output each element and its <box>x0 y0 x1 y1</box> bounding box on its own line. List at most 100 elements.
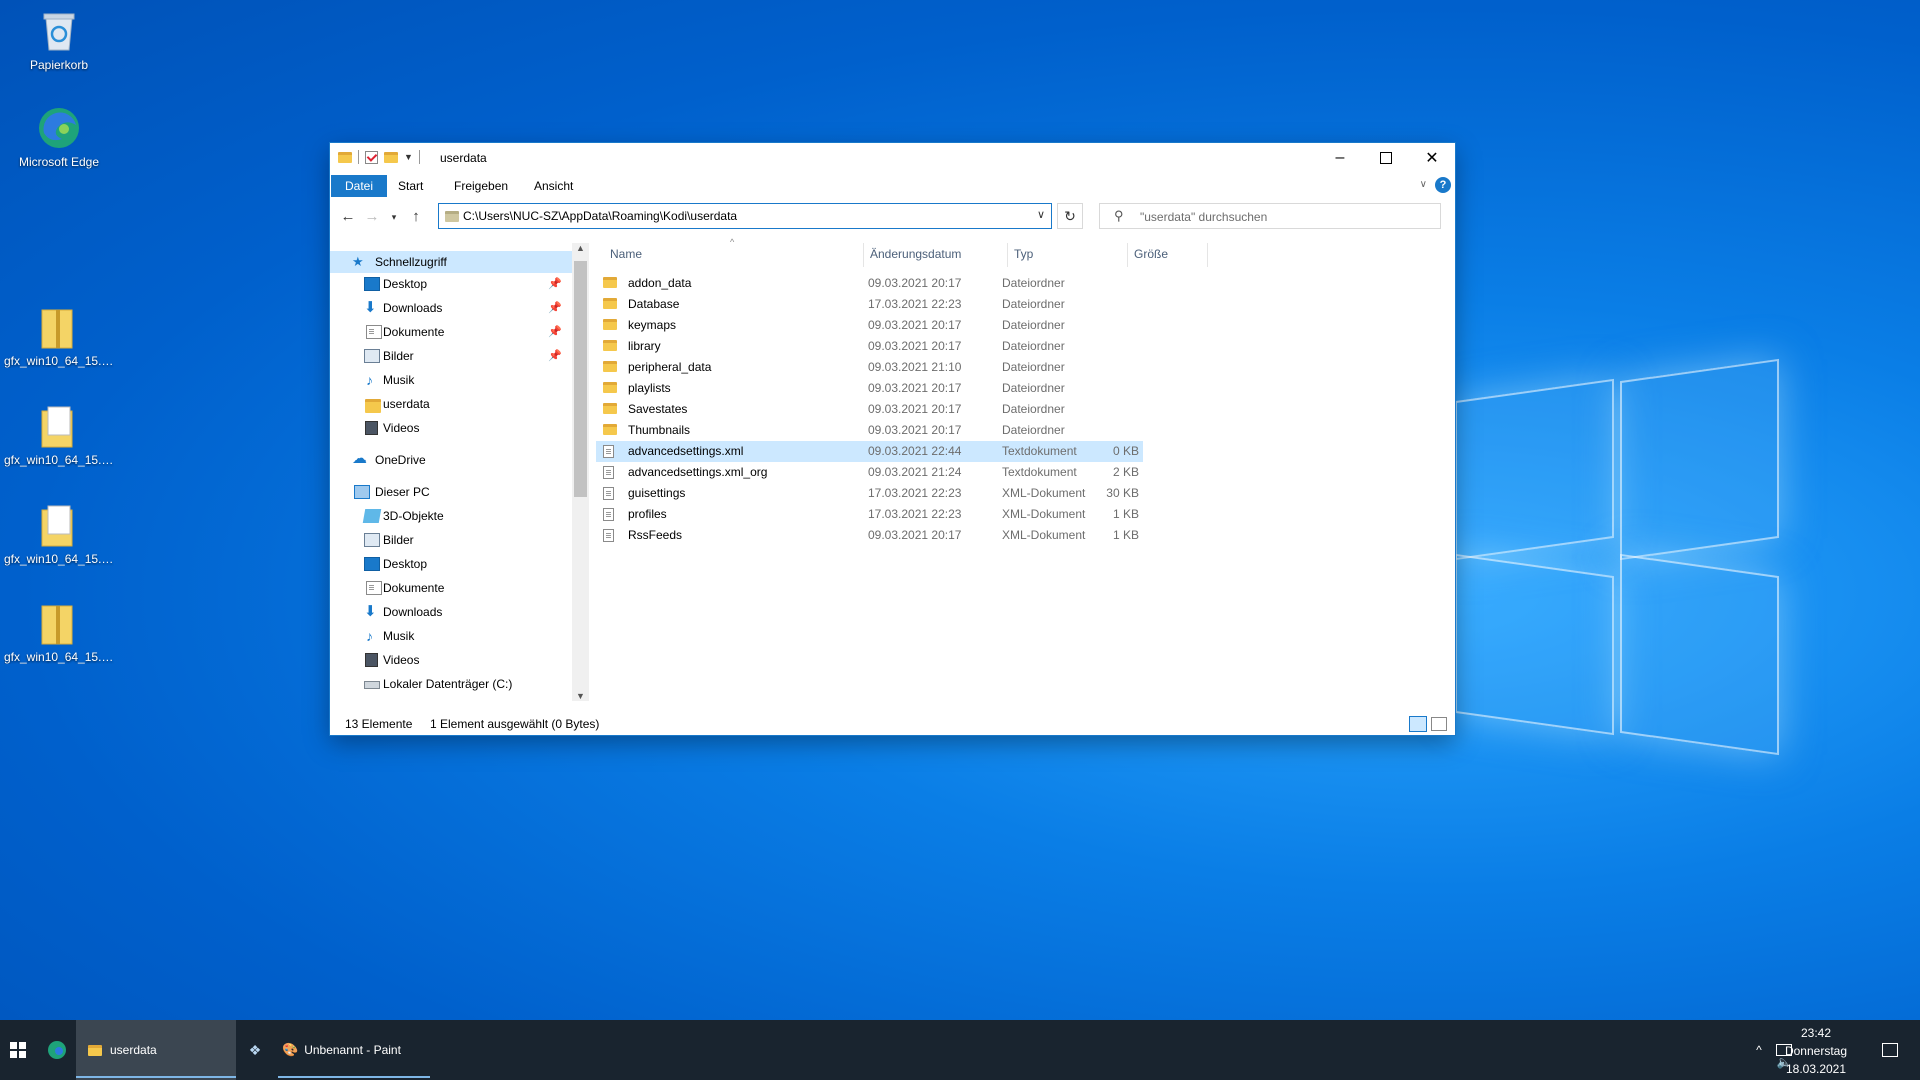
address-bar[interactable]: C:\Users\NUC-SZ\AppData\Roaming\Kodi\use… <box>438 203 1052 229</box>
file-row[interactable]: addon_data 09.03.2021 20:17 Dateiordner <box>596 273 1143 294</box>
nav-item-desktop[interactable]: Desktop 📌 <box>330 273 572 295</box>
nav-item-videos[interactable]: Videos <box>330 417 572 439</box>
file-row[interactable]: library 09.03.2021 20:17 Dateiordner <box>596 336 1143 357</box>
file-name: advancedsettings.xml_org <box>628 465 768 479</box>
taskbar-app-button[interactable]: ❖ <box>244 1020 266 1080</box>
ribbon-expand-icon[interactable]: ∨ <box>1420 179 1427 190</box>
minimize-button[interactable]: – <box>1317 143 1363 173</box>
file-row[interactable]: RssFeeds 09.03.2021 20:17 XML-Dokument 1 KB <box>596 525 1143 546</box>
file-row[interactable]: keymaps 09.03.2021 20:17 Dateiordner <box>596 315 1143 336</box>
desktop-icon-zip[interactable]: gfx_win10_64_15.40... <box>4 403 114 467</box>
file-row[interactable]: playlists 09.03.2021 20:17 Dateiordner <box>596 378 1143 399</box>
maximize-button[interactable] <box>1363 143 1409 173</box>
taskbar-clock[interactable]: 23:42 Donnerstag 18.03.2021 <box>1776 1020 1856 1080</box>
nav-item-desktop[interactable]: Desktop <box>330 553 572 575</box>
open-indicator <box>278 1076 430 1078</box>
start-button[interactable] <box>0 1020 36 1080</box>
tab-view[interactable]: Ansicht <box>522 175 585 197</box>
tab-file[interactable]: Datei <box>331 175 388 197</box>
nav-item-documents[interactable]: Dokumente <box>330 577 572 599</box>
nav-item-pictures[interactable]: Bilder <box>330 529 572 551</box>
desktop-icon-zip[interactable]: gfx_win10_64_15.40... <box>4 600 114 664</box>
star-icon: ★ <box>352 254 364 269</box>
search-placeholder[interactable]: "userdata" durchsuchen <box>1140 210 1267 224</box>
folder-icon <box>603 424 617 435</box>
show-hidden-icons-button[interactable]: ^ <box>1749 1020 1769 1080</box>
action-center-button[interactable] <box>1876 1020 1904 1080</box>
file-date: 09.03.2021 22:44 <box>868 444 962 458</box>
forward-button[interactable]: → <box>362 207 382 227</box>
address-path[interactable]: C:\Users\NUC-SZ\AppData\Roaming\Kodi\use… <box>463 209 737 223</box>
nav-item-videos[interactable]: Videos <box>330 649 572 671</box>
nav-scrollbar[interactable]: ▲ ▼ <box>572 243 589 701</box>
address-row: ← → ▾ ↑ C:\Users\NUC-SZ\AppData\Roaming\… <box>330 199 1455 235</box>
desktop-icon-recycle-bin[interactable]: Papierkorb <box>4 8 114 72</box>
nav-label: Musik <box>383 629 415 643</box>
nav-item-pictures[interactable]: Bilder 📌 <box>330 345 572 367</box>
tab-share[interactable]: Freigeben <box>442 175 520 197</box>
desktop-icon-zip[interactable]: gfx_win10_64_15.40... <box>4 502 114 566</box>
scrollbar-thumb[interactable] <box>574 261 587 497</box>
nav-item-userdata[interactable]: userdata <box>330 393 572 415</box>
chevron-up-icon: ^ <box>1756 1043 1762 1057</box>
column-divider[interactable] <box>1007 243 1008 267</box>
taskbar-edge-button[interactable] <box>44 1020 70 1080</box>
file-type: Dateiordner <box>1002 423 1065 437</box>
column-header-date[interactable]: Änderungsdatum <box>870 243 961 265</box>
scroll-up-icon[interactable]: ▲ <box>576 243 585 253</box>
chevron-down-icon: ▾ <box>391 212 397 222</box>
chevron-down-icon[interactable]: ∨ <box>1037 208 1045 221</box>
nav-item-music[interactable]: ♪ Musik <box>330 369 572 391</box>
refresh-button[interactable]: ↻ <box>1057 203 1083 229</box>
file-row[interactable]: Savestates 09.03.2021 20:17 Dateiordner <box>596 399 1143 420</box>
column-divider[interactable] <box>1207 243 1208 267</box>
folder-icon <box>603 298 617 309</box>
nav-label: OneDrive <box>375 453 426 467</box>
file-row[interactable]: advancedsettings.xml_org 09.03.2021 21:24… <box>596 462 1143 483</box>
nav-item-3d-objects[interactable]: 3D-Objekte <box>330 505 572 527</box>
file-row[interactable]: peripheral_data 09.03.2021 21:10 Dateiordn… <box>596 357 1143 378</box>
nav-this-pc[interactable]: Dieser PC <box>330 481 572 503</box>
desktop-icon-label: Microsoft Edge <box>18 155 100 169</box>
nav-onedrive[interactable]: ☁ OneDrive <box>330 449 572 471</box>
nav-quick-access[interactable]: ★ Schnellzugriff <box>330 251 572 273</box>
column-divider[interactable] <box>1127 243 1128 267</box>
properties-icon[interactable] <box>365 150 378 164</box>
back-button[interactable]: ← <box>338 207 358 227</box>
file-row[interactable]: advancedsettings.xml 09.03.2021 22:44 Text… <box>596 441 1143 462</box>
desktop-icon-edge[interactable]: Microsoft Edge <box>4 105 114 169</box>
folder-icon <box>603 403 617 414</box>
recent-locations-button[interactable]: ▾ <box>384 207 404 227</box>
file-row[interactable]: profiles 17.03.2021 22:23 XML-Dokument 1 KB <box>596 504 1143 525</box>
tab-start[interactable]: Start <box>386 175 435 197</box>
close-button[interactable]: ✕ <box>1409 143 1455 173</box>
text-file-icon <box>603 466 614 479</box>
file-row[interactable]: Thumbnails 09.03.2021 20:17 Dateiordner <box>596 420 1143 441</box>
nav-item-local-disk[interactable]: Lokaler Datenträger (C:) <box>330 673 572 695</box>
quick-access-toolbar-dropdown-icon[interactable]: ▼ <box>404 152 413 162</box>
taskbar-explorer-userdata[interactable]: userdata <box>76 1020 236 1080</box>
title-bar[interactable]: ▼ userdata – ✕ <box>330 143 1455 173</box>
maximize-icon <box>1380 152 1392 164</box>
column-header-name[interactable]: Name <box>610 243 642 265</box>
file-row[interactable]: guisettings 17.03.2021 22:23 XML-Dokument 3… <box>596 483 1143 504</box>
details-view-button[interactable] <box>1409 716 1427 732</box>
column-header-type[interactable]: Typ <box>1014 243 1033 265</box>
nav-item-documents[interactable]: Dokumente 📌 <box>330 321 572 343</box>
scroll-down-icon[interactable]: ▼ <box>576 691 585 701</box>
nav-item-downloads[interactable]: ⬇ Downloads <box>330 601 572 623</box>
column-header-size[interactable]: Größe <box>1134 243 1168 265</box>
new-folder-icon[interactable] <box>384 151 398 163</box>
status-item-count: 13 Elemente <box>345 717 413 731</box>
nav-item-downloads[interactable]: ⬇ Downloads 📌 <box>330 297 572 319</box>
desktop-icon-zip[interactable]: gfx_win10_64_15.40... <box>4 304 114 368</box>
nav-item-music[interactable]: ♪ Musik <box>330 625 572 647</box>
up-button[interactable]: ↑ <box>406 207 426 227</box>
large-icons-view-button[interactable] <box>1431 717 1447 731</box>
search-box[interactable]: ⚲ "userdata" durchsuchen <box>1099 203 1441 229</box>
help-icon[interactable]: ? <box>1435 177 1451 193</box>
file-name: guisettings <box>628 486 686 500</box>
column-divider[interactable] <box>863 243 864 267</box>
taskbar-paint[interactable]: 🎨 Unbenannt - Paint <box>278 1020 430 1080</box>
file-row[interactable]: Database 17.03.2021 22:23 Dateiordner <box>596 294 1143 315</box>
